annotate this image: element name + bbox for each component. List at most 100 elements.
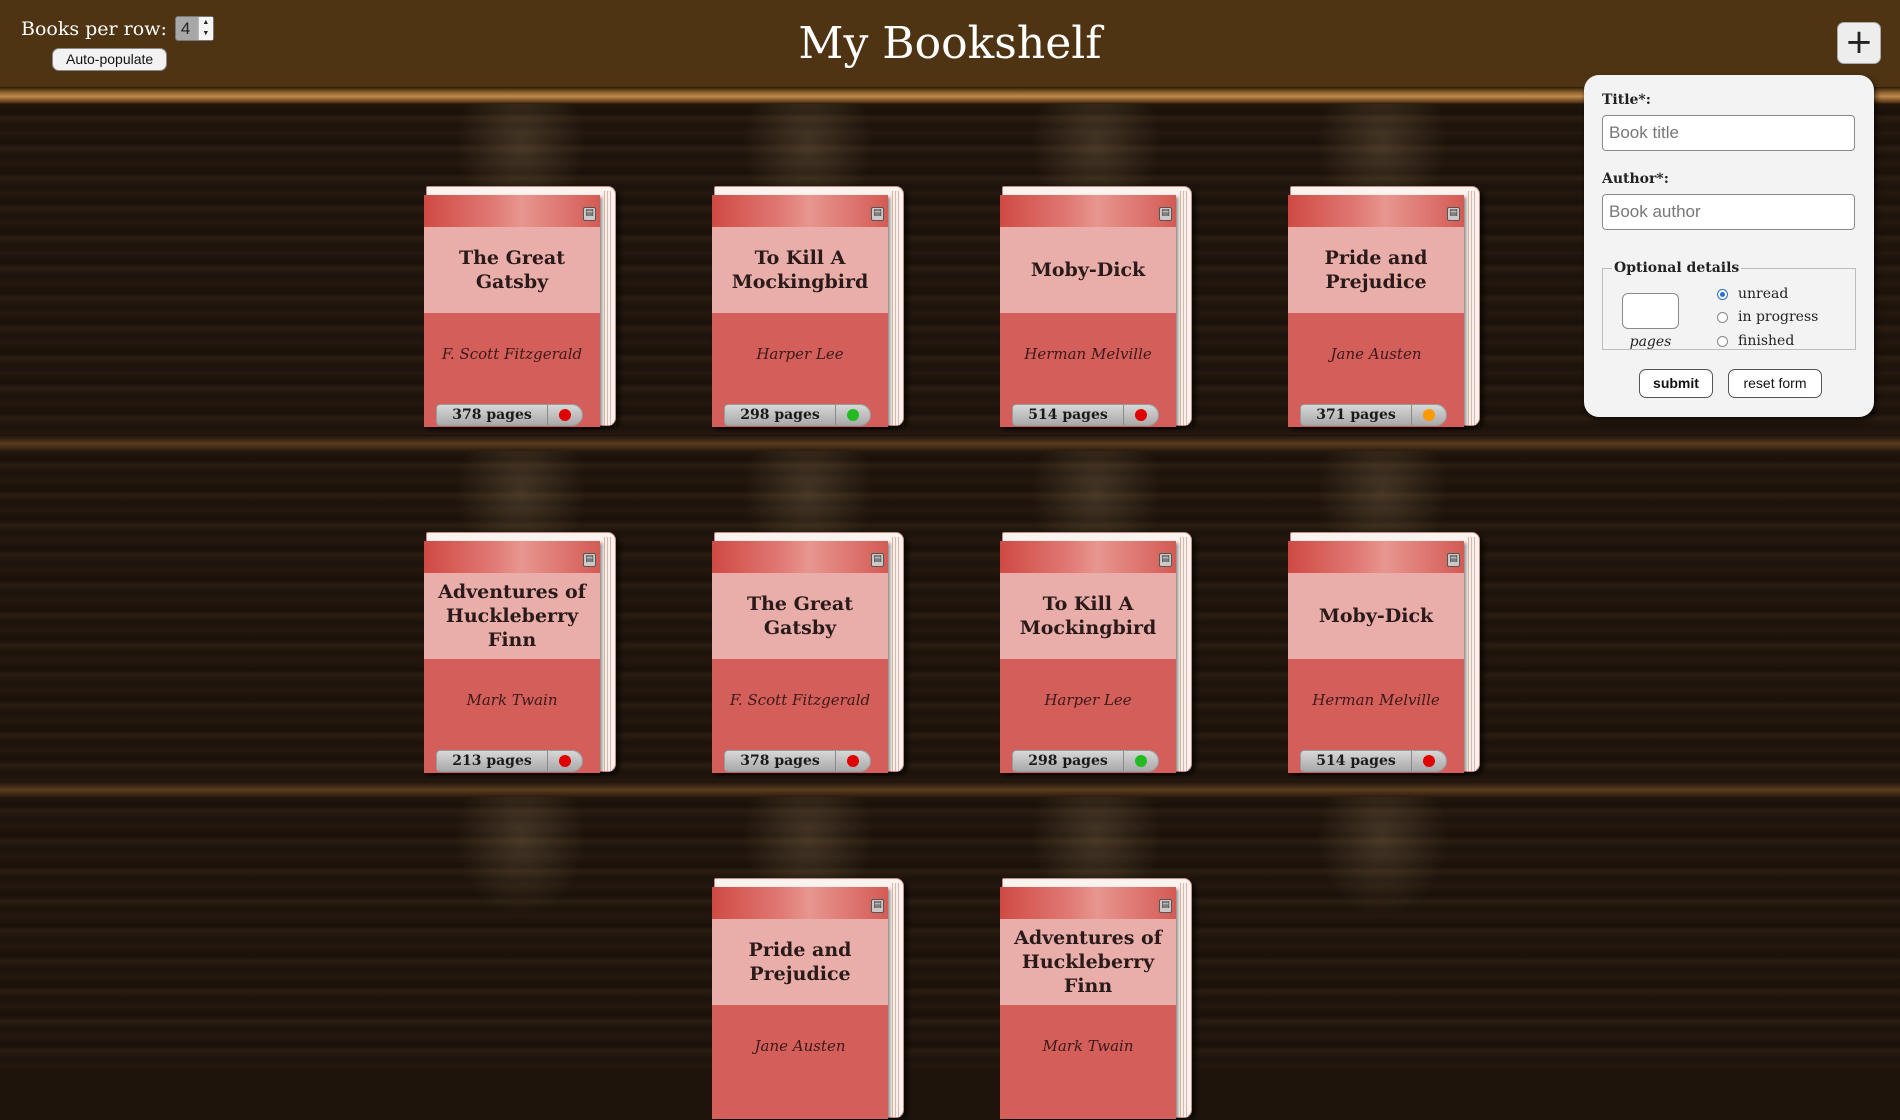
book-author: Jane Austen [1330,345,1422,363]
book-card[interactable]: ▤ To Kill A Mockingbird Harper Lee 298 p… [712,186,904,428]
book-author: F. Scott Fitzgerald [729,691,871,709]
book-cover: ▤ Pride and Prejudice Jane Austen [712,887,888,1119]
trash-icon[interactable]: ▤ [1159,553,1172,567]
cover-band [1000,541,1176,573]
book-footer: 378 pages [724,750,871,772]
book-title: The Great Gatsby [712,573,888,659]
status-finished-icon[interactable] [1135,755,1147,767]
trash-icon[interactable]: ▤ [1447,207,1460,221]
book-card[interactable]: ▤ Adventures of Huckleberry Finn Mark Tw… [1000,878,1192,1120]
book-cover: ▤ Adventures of Huckleberry Finn Mark Tw… [1000,887,1176,1119]
book-cover: ▤ Moby-Dick Herman Melville 514 pages [1288,541,1464,773]
page-count: 298 pages [725,405,836,425]
page-count: 378 pages [725,751,836,771]
shelf-row-2 [0,451,1900,797]
cover-band [424,541,600,573]
book-author: Herman Melville [1024,345,1152,363]
trash-icon[interactable]: ▤ [1447,553,1460,567]
page-title: My Bookshelf [798,18,1102,69]
reset-form-button[interactable]: reset form [1728,369,1822,398]
book-card[interactable]: ▤ Pride and Prejudice Jane Austen 371 pa… [1288,186,1480,428]
trash-icon[interactable]: ▤ [583,553,596,567]
cover-band [1000,887,1176,919]
radio-icon[interactable] [1717,335,1728,347]
status-unread-icon[interactable] [847,755,859,767]
app-header: Books per row: 4 ▲ ▼ Auto-populate My Boo… [0,0,1900,87]
radio-selected-icon[interactable] [1717,288,1728,300]
cover-band [1000,195,1176,227]
cover-band [1288,195,1464,227]
book-footer: 298 pages [724,404,871,426]
book-cover: ▤ Moby-Dick Herman Melville 514 pages [1000,195,1176,427]
book-card[interactable]: ▤ To Kill A Mockingbird Harper Lee 298 p… [1000,532,1192,774]
book-card[interactable]: ▤ Adventures of Huckleberry Finn Mark Tw… [424,532,616,774]
book-author: Harper Lee [1044,691,1132,709]
book-card[interactable]: ▤ The Great Gatsby F. Scott Fitzgerald 3… [712,532,904,774]
book-author: Mark Twain [466,691,558,709]
book-cover: ▤ To Kill A Mockingbird Harper Lee 298 p… [1000,541,1176,773]
book-title: Adventures of Huckleberry Finn [1000,919,1176,1005]
radio-finished-label: finished [1738,333,1795,349]
book-cover: ▤ Pride and Prejudice Jane Austen 371 pa… [1288,195,1464,427]
book-author: F. Scott Fitzgerald [441,345,583,363]
book-title: Moby-Dick [1000,227,1176,313]
book-title: Moby-Dick [1288,573,1464,659]
title-label: Title*: [1602,92,1651,108]
book-footer: 514 pages [1300,750,1447,772]
book-author: Harper Lee [756,345,844,363]
book-footer: 213 pages [436,750,583,772]
submit-button[interactable]: submit [1639,369,1713,398]
radio-in-progress-label: in progress [1738,309,1819,325]
book-author: Herman Melville [1312,691,1440,709]
book-title: The Great Gatsby [424,227,600,313]
cover-band [1288,541,1464,573]
book-footer: 298 pages [1012,750,1159,772]
book-title: Adventures of Huckleberry Finn [424,573,600,659]
pages-input[interactable] [1622,293,1679,329]
trash-icon[interactable]: ▤ [1159,899,1172,913]
status-finished-icon[interactable] [847,409,859,421]
shelf-board [0,781,1900,797]
optional-details-legend: Optional details [1614,260,1740,276]
title-input[interactable]: Book title [1602,115,1855,151]
trash-icon[interactable]: ▤ [871,553,884,567]
trash-icon[interactable]: ▤ [583,207,596,221]
book-card[interactable]: ▤ Pride and Prejudice Jane Austen [712,878,904,1120]
book-card[interactable]: ▤ Moby-Dick Herman Melville 514 pages [1000,186,1192,428]
cover-band [712,541,888,573]
trash-icon[interactable]: ▤ [1159,207,1172,221]
page-count: 514 pages [1301,751,1412,771]
cover-band [712,195,888,227]
page-count: 371 pages [1301,405,1412,425]
radio-in-progress[interactable]: in progress [1717,309,1818,325]
radio-unread[interactable]: unread [1717,286,1788,302]
radio-finished[interactable]: finished [1717,333,1794,349]
book-card[interactable]: ▤ The Great Gatsby F. Scott Fitzgerald 3… [424,186,616,428]
add-book-form: Title*: Book title Author*: Book author … [1584,75,1874,417]
page-count: 514 pages [1013,405,1124,425]
status-unread-icon[interactable] [1135,409,1147,421]
book-author: Jane Austen [754,1037,846,1055]
status-unread-icon[interactable] [559,755,571,767]
cover-band [712,887,888,919]
status-unread-icon[interactable] [1423,755,1435,767]
book-cover: ▤ Adventures of Huckleberry Finn Mark Tw… [424,541,600,773]
book-footer: 371 pages [1300,404,1447,426]
book-footer: 514 pages [1012,404,1159,426]
shelf-board [0,435,1900,451]
page-count: 378 pages [437,405,548,425]
radio-icon[interactable] [1717,311,1728,323]
book-author: Mark Twain [1042,1037,1134,1055]
status-unread-icon[interactable] [559,409,571,421]
book-card[interactable]: ▤ Moby-Dick Herman Melville 514 pages [1288,532,1480,774]
book-cover: ▤ The Great Gatsby F. Scott Fitzgerald 3… [424,195,600,427]
add-book-button[interactable]: + [1837,22,1881,64]
author-input[interactable]: Book author [1602,194,1855,230]
trash-icon[interactable]: ▤ [871,899,884,913]
shelf-row-3 [0,797,1900,1069]
pages-caption: pages [1629,334,1672,350]
status-in-progress-icon[interactable] [1423,409,1435,421]
trash-icon[interactable]: ▤ [871,207,884,221]
radio-unread-label: unread [1738,286,1789,302]
page-count: 298 pages [1013,751,1124,771]
